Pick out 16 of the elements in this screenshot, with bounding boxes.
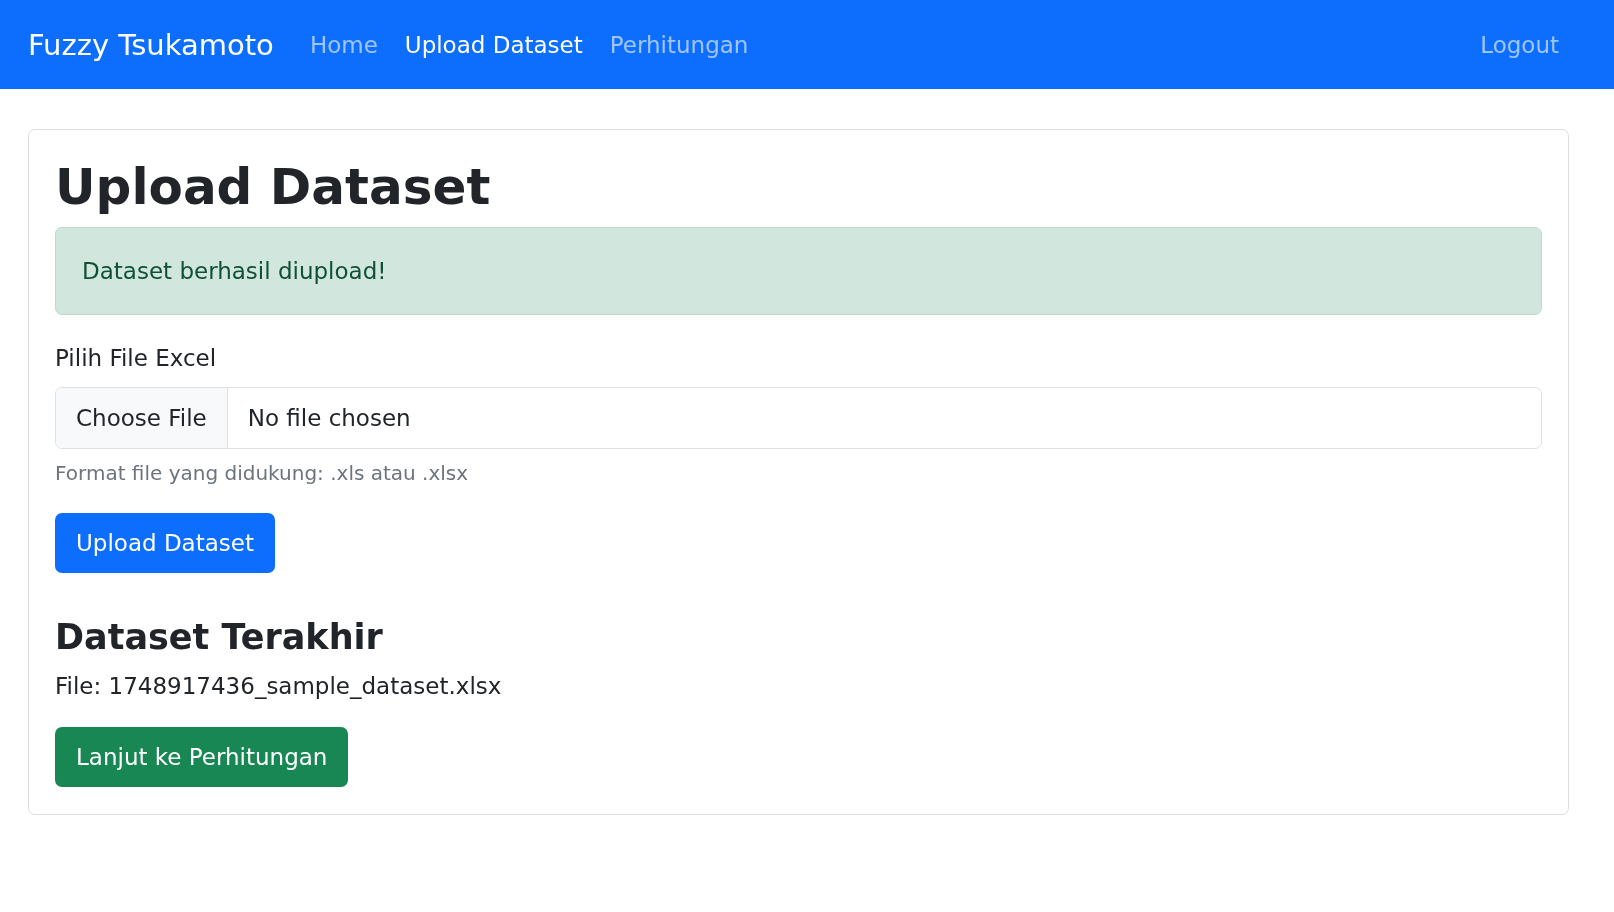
success-alert: Dataset berhasil diupload! bbox=[55, 227, 1542, 315]
continue-button[interactable]: Lanjut ke Perhitungan bbox=[55, 727, 349, 787]
nav-link[interactable]: Perhitungan bbox=[609, 31, 749, 58]
nav-link[interactable]: Home bbox=[309, 31, 378, 58]
nav-link[interactable]: Upload Dataset bbox=[404, 31, 583, 58]
logout-link[interactable]: Logout bbox=[1480, 31, 1559, 58]
field-label: Pilih File Excel bbox=[55, 345, 218, 371]
file-status-text: No file chosen bbox=[246, 405, 412, 431]
file-input-field[interactable]: Choose File No file chosen bbox=[55, 387, 1542, 449]
help-text: Format file yang didukung: .xls atau .xlsx bbox=[55, 461, 470, 485]
section-heading: Dataset Terakhir bbox=[55, 617, 384, 657]
upload-button[interactable]: Upload Dataset bbox=[55, 513, 275, 573]
brand-link[interactable]: Fuzzy Tsukamoto bbox=[28, 27, 274, 62]
page-title: Upload Dataset bbox=[55, 157, 492, 217]
choose-file-button[interactable]: Choose File bbox=[56, 388, 228, 448]
file-name-text: File: 1748917436_sample_dataset.xlsx bbox=[55, 673, 503, 699]
